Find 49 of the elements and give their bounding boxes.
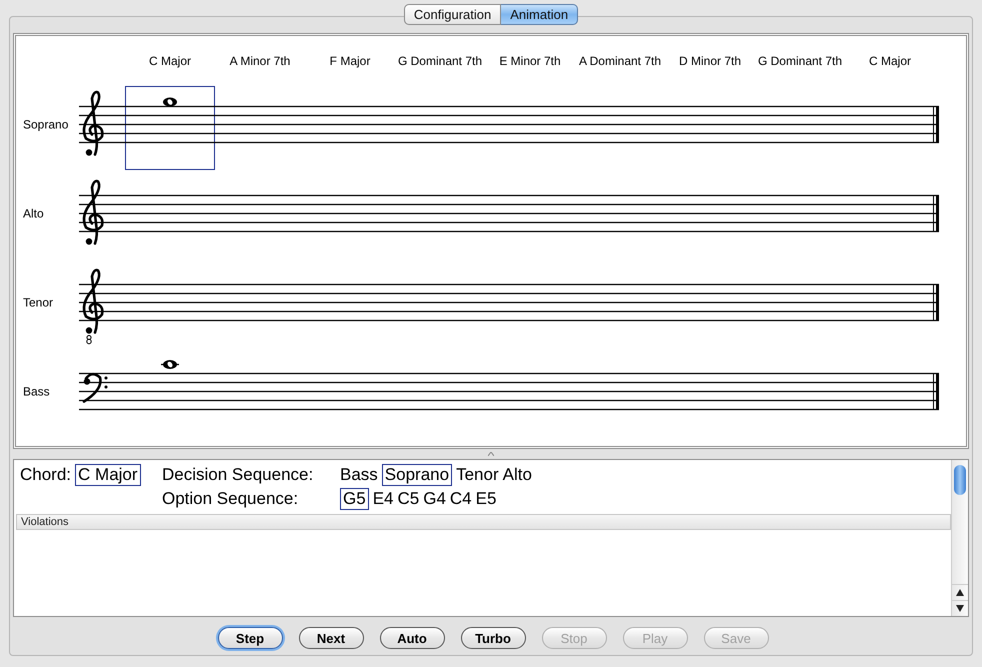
treble-clef-icon [82, 268, 104, 344]
chord-label: E Minor 7th [499, 54, 561, 68]
whole-note [163, 98, 177, 106]
table-header: Violations [16, 514, 951, 530]
option-item: C5 [397, 489, 420, 509]
voice-item: Bass [340, 465, 378, 485]
chord-label: G Dominant 7th [398, 54, 482, 68]
tab[interactable]: Configuration [404, 4, 502, 25]
voice-label: Tenor [23, 296, 54, 310]
voice-item: Tenor [456, 465, 499, 485]
scroll-down-icon[interactable] [956, 605, 964, 612]
action-button[interactable]: Next [298, 627, 364, 649]
field-label: Option Sequence: [162, 489, 300, 509]
chord-label: C Major [869, 54, 911, 68]
chord-label: G Dominant 7th [758, 54, 842, 68]
field-label: Decision Sequence: [162, 465, 314, 485]
treble-clef-icon [82, 180, 104, 245]
voice-item: Alto [502, 465, 532, 485]
action-button[interactable]: Auto [380, 627, 444, 649]
option-item: E4 [372, 489, 394, 509]
option-item: C4 [450, 489, 472, 509]
voice-label: Soprano [23, 118, 68, 132]
barline [933, 196, 939, 232]
scroll-thumb[interactable] [954, 465, 966, 495]
scroll-up-icon[interactable] [956, 589, 964, 596]
voice-label: Alto [23, 206, 44, 220]
barline [933, 374, 939, 410]
bass-clef-icon [82, 372, 108, 403]
chord-label: A Minor 7th [230, 54, 290, 68]
chord-label: F Major [330, 54, 370, 68]
whole-note [161, 360, 179, 369]
barline [933, 284, 939, 320]
option-item: G5 [340, 488, 369, 510]
chord-label: C Major [149, 54, 191, 68]
chord-label: D Minor 7th [678, 54, 742, 68]
splitter-icon[interactable] [488, 452, 494, 456]
voice-item: Soprano [382, 464, 452, 486]
chord-label: A Dominant 7th [578, 54, 662, 68]
chord-value: C Major [75, 464, 141, 486]
tab[interactable]: Animation [501, 4, 578, 25]
action-button[interactable]: Turbo [460, 627, 526, 649]
scrollbar[interactable] [951, 460, 968, 616]
treble-clef-icon [82, 90, 104, 156]
barline [933, 106, 939, 142]
option-item: E5 [476, 489, 496, 509]
action-button[interactable]: Step [218, 627, 282, 649]
voice-label: Bass [23, 384, 50, 398]
option-item: G4 [423, 489, 446, 509]
field-label: Chord: [20, 465, 72, 485]
